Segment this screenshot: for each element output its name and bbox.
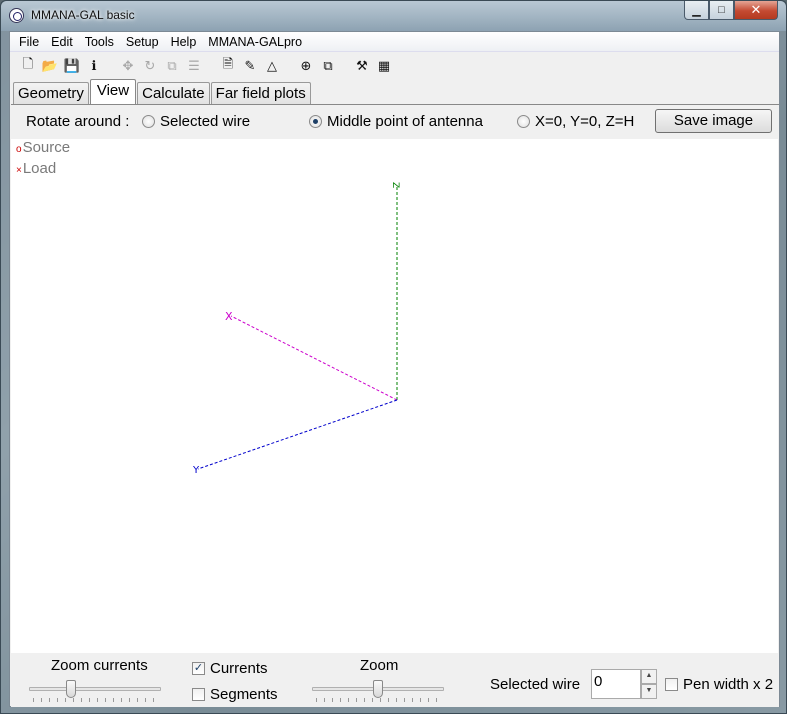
- window-title: MMANA-GAL basic: [31, 8, 135, 22]
- tab-bar: Geometry View Calculate Far field plots: [13, 79, 312, 105]
- edit-icon[interactable]: ✎: [240, 56, 260, 76]
- save-image-button[interactable]: Save image: [655, 109, 772, 133]
- minimize-button[interactable]: ▁: [684, 1, 709, 20]
- menu-mmana-galpro[interactable]: MMANA-GALpro: [202, 35, 308, 49]
- y-axis-line: [197, 399, 398, 470]
- client-area: File Edit Tools Setup Help MMANA-GALpro …: [9, 31, 780, 707]
- bottom-controls: Zoom currents ✓ Currents Segments Zoom S…: [11, 654, 779, 707]
- radio-indicator: [309, 115, 322, 128]
- radio-middle-point[interactable]: Middle point of antenna: [309, 113, 483, 130]
- title-bar[interactable]: MMANA-GAL basic ▁ □ ✕: [1, 1, 786, 31]
- radio-label: X=0, Y=0, Z=H: [535, 113, 635, 130]
- crosshair-icon[interactable]: ⊕: [296, 56, 316, 76]
- new-file-icon[interactable]: 🗋: [18, 56, 38, 76]
- segments-label: Segments: [210, 686, 278, 703]
- tools-icon[interactable]: ⚒: [352, 56, 372, 76]
- radio-label: Middle point of antenna: [327, 113, 483, 130]
- copy-icon[interactable]: ⧉: [318, 56, 338, 76]
- checkbox-indicator: [665, 678, 678, 691]
- menu-file[interactable]: File: [13, 35, 45, 49]
- maximize-icon: □: [718, 4, 725, 16]
- scale-icon[interactable]: ⧉: [162, 56, 182, 76]
- zoom-currents-track[interactable]: [29, 687, 161, 691]
- close-button[interactable]: ✕: [734, 1, 778, 20]
- open-folder-icon[interactable]: 📂: [40, 56, 60, 76]
- selected-wire-input[interactable]: 0: [591, 669, 641, 699]
- menu-help[interactable]: Help: [165, 35, 203, 49]
- y-axis-label: Y: [192, 465, 200, 476]
- radio-indicator: [142, 115, 155, 128]
- segments-checkbox[interactable]: Segments: [192, 686, 278, 703]
- axes-drawing: Z X Y: [192, 182, 400, 476]
- spin-down-icon[interactable]: ▼: [641, 684, 657, 699]
- zoom-slider-thumb[interactable]: [373, 680, 383, 698]
- info-icon[interactable]: ℹ: [84, 56, 104, 76]
- radio-label: Selected wire: [160, 113, 251, 130]
- menu-setup[interactable]: Setup: [120, 35, 165, 49]
- zoom-ticks: [316, 698, 442, 702]
- tab-view[interactable]: View: [89, 79, 137, 105]
- zoom-currents-slider-thumb[interactable]: [66, 680, 76, 698]
- tab-calculate[interactable]: Calculate: [137, 82, 210, 104]
- zoom-label: Zoom: [360, 657, 399, 674]
- rotate-icon[interactable]: ↻: [140, 56, 160, 76]
- close-icon: ✕: [750, 2, 762, 17]
- menu-bar: File Edit Tools Setup Help MMANA-GALpro: [10, 32, 779, 52]
- currents-label: Currents: [210, 660, 268, 677]
- menu-tools[interactable]: Tools: [79, 35, 120, 49]
- x-axis-line: [230, 315, 398, 401]
- triangle-icon[interactable]: △: [262, 56, 282, 76]
- rotate-around-label: Rotate around :: [26, 113, 130, 130]
- pen-width-checkbox[interactable]: Pen width x 2: [665, 676, 773, 693]
- radio-selected-wire[interactable]: Selected wire: [142, 113, 250, 130]
- view-panel: Rotate around : Selected wire Middle poi…: [11, 104, 779, 707]
- move-icon[interactable]: ✥: [118, 56, 138, 76]
- calculator-icon[interactable]: ▦: [374, 56, 394, 76]
- radio-indicator: [517, 115, 530, 128]
- x-axis-label: X: [225, 310, 233, 323]
- tab-far-field-plots[interactable]: Far field plots: [210, 82, 311, 104]
- checkbox-indicator: ✓: [192, 662, 205, 675]
- pen-width-label: Pen width x 2: [683, 676, 774, 693]
- menu-edit[interactable]: Edit: [45, 35, 79, 49]
- toolbar: 🗋 📂 💾 ℹ ✥ ↻ ⧉ ☰ 🗎 ✎ △ ⊕ ⧉ ⚒ ▦: [10, 53, 779, 79]
- selected-wire-spinner[interactable]: ▲ ▼: [641, 669, 657, 699]
- app-icon[interactable]: [9, 8, 24, 23]
- app-window: MMANA-GAL basic ▁ □ ✕ File Edit Tools Se…: [0, 0, 787, 714]
- maximize-button[interactable]: □: [709, 1, 734, 20]
- selected-wire-label: Selected wire: [490, 676, 581, 693]
- zoom-currents-ticks: [33, 698, 159, 702]
- minimize-icon: ▁: [692, 4, 701, 17]
- zoom-currents-label: Zoom currents: [51, 657, 148, 674]
- save-icon[interactable]: 💾: [62, 56, 82, 76]
- antenna-view-canvas[interactable]: oSource ×Load Z X Y: [11, 139, 778, 653]
- radio-origin[interactable]: X=0, Y=0, Z=H: [517, 113, 634, 130]
- stretch-icon[interactable]: ☰: [184, 56, 204, 76]
- rotate-row: Rotate around : Selected wire Middle poi…: [11, 105, 779, 137]
- spin-up-icon[interactable]: ▲: [641, 669, 657, 684]
- tab-geometry[interactable]: Geometry: [13, 82, 89, 104]
- z-axis-label: Z: [390, 182, 400, 188]
- document-icon[interactable]: 🗎: [218, 56, 238, 76]
- currents-checkbox[interactable]: ✓ Currents: [192, 660, 268, 677]
- checkbox-indicator: [192, 688, 205, 701]
